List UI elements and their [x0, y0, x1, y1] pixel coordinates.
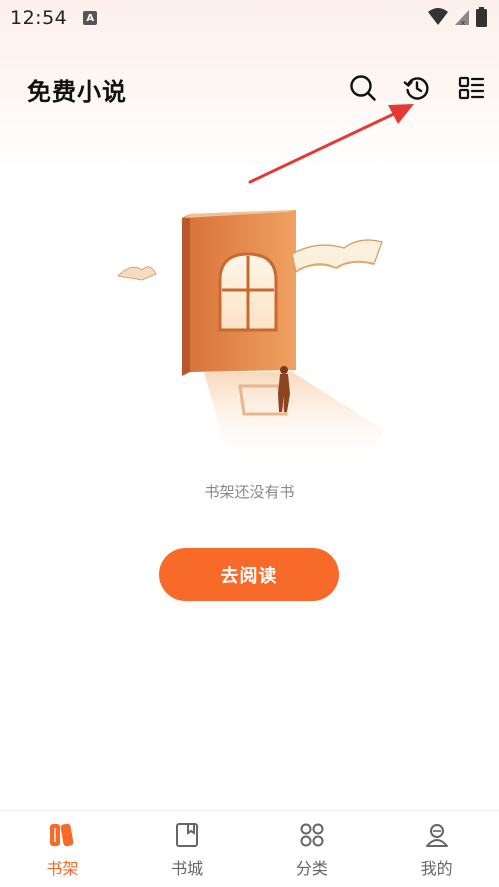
nav-item-category[interactable]: 分类	[250, 811, 375, 887]
signal-icon: x	[455, 10, 469, 26]
empty-shelf-text: 书架还没有书	[204, 483, 295, 501]
nav-label-bookshelf: 书架	[46, 859, 79, 878]
status-icons: x	[428, 7, 487, 27]
annotation-arrow	[248, 104, 414, 184]
category-icon	[298, 821, 326, 849]
nav-item-profile[interactable]: 我的	[374, 811, 499, 887]
svg-text:x: x	[461, 19, 465, 26]
nav-label-bookstore: 书城	[171, 859, 204, 878]
text-a-icon: A	[83, 11, 98, 25]
nav-label-profile: 我的	[420, 859, 453, 878]
bookshelf-icon	[48, 821, 76, 849]
nav-label-category: 分类	[295, 859, 328, 878]
page-title: 免费小说	[27, 78, 127, 106]
status-bar: 12:54 A x	[0, 0, 499, 36]
wifi-icon	[428, 8, 448, 25]
profile-icon	[423, 821, 451, 849]
status-time: 12:54	[10, 7, 68, 29]
list-mode-button[interactable]	[455, 72, 487, 104]
nav-item-bookshelf[interactable]: 书架	[0, 811, 125, 887]
bottom-nav: 书架 书城 分类 我的	[0, 810, 499, 887]
empty-bookshelf-illustration	[116, 210, 384, 470]
nav-item-bookstore[interactable]: 书城	[125, 811, 250, 887]
menu-list-icon	[458, 76, 485, 100]
battery-icon	[476, 7, 487, 27]
go-read-button[interactable]: 去阅读	[159, 548, 339, 601]
bookstore-icon	[173, 821, 201, 849]
